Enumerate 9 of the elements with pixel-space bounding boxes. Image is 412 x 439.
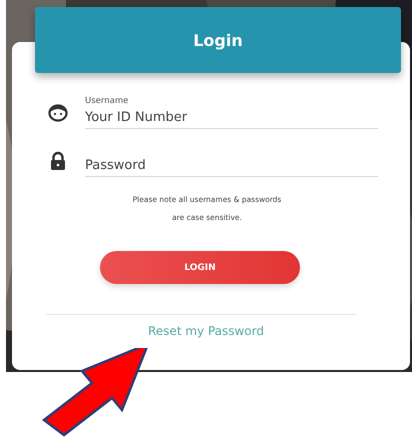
arrow-icon: [42, 348, 150, 437]
login-button[interactable]: LOGIN: [100, 251, 300, 284]
lock-icon: [48, 151, 68, 171]
username-field[interactable]: Your ID Number: [85, 110, 378, 129]
field-label: Username: [85, 96, 130, 106]
face-icon: [48, 103, 68, 123]
login-header: Login: [35, 7, 401, 73]
reset-password-link[interactable]: Reset my Password: [148, 324, 264, 338]
password-field[interactable]: Password: [85, 158, 378, 177]
